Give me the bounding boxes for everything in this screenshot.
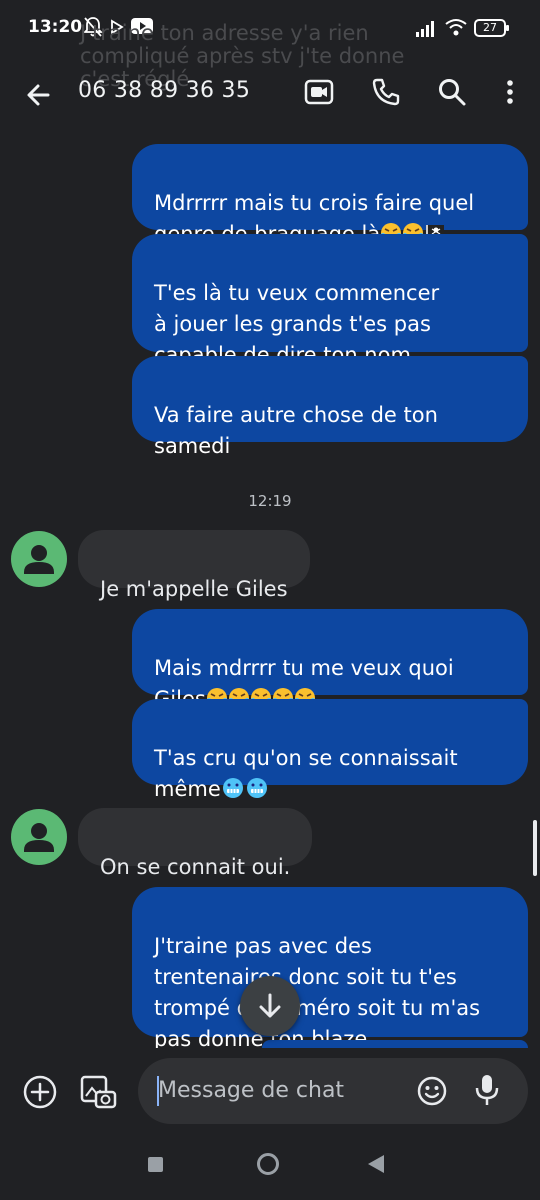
phone-icon[interactable] [370,76,402,108]
contact-avatar[interactable] [11,531,67,587]
message-bubble-outgoing[interactable]: Mais mdrrrr tu me veux quoi Giles [132,609,528,711]
scrollbar[interactable] [533,820,537,876]
message-bubble-outgoing[interactable]: Mdrrrrr mais tu crois faire quel genre d… [132,144,528,246]
top-app-bar: 06 38 89 36 35 [0,58,540,124]
contact-avatar[interactable] [11,809,67,865]
message-bubble-outgoing-partial [262,1040,528,1048]
mic-icon[interactable] [472,1073,502,1107]
message-text: On se connait oui. [100,855,291,879]
message-timestamp: 12:19 [248,492,292,510]
video-call-icon[interactable] [303,76,335,108]
contact-title: 06 38 89 36 35 [78,78,251,103]
person-icon [24,823,54,852]
message-input-placeholder: Message de chat [158,1078,345,1103]
arrow-down-icon [259,993,281,1018]
message-bubble-outgoing[interactable]: J'traine pas avec des trentenaires donc … [132,887,528,1051]
battery-level: 27 [483,21,497,34]
message-input[interactable]: Message de chat [138,1058,528,1124]
system-back-icon[interactable] [368,1155,384,1173]
message-bubble-outgoing[interactable]: T'as cru qu'on se connaissait même [132,699,528,801]
cold-face-emoji-icon [221,777,245,808]
scroll-to-bottom-button[interactable] [240,976,300,1036]
message-bubble-outgoing[interactable]: Va faire autre chose de ton samedi [132,356,528,458]
cold-face-emoji-icon [245,777,269,808]
back-arrow-icon[interactable] [22,78,56,112]
recent-apps-icon[interactable] [148,1157,163,1172]
message-text: Va faire autre chose de ton samedi [154,403,438,458]
message-text: T'as cru qu'on se connaissait même [154,746,458,801]
home-icon[interactable] [257,1153,279,1175]
emoji-icon[interactable] [416,1075,448,1107]
message-composer: Message de chat [0,1048,540,1138]
search-icon[interactable] [436,76,468,108]
message-bubble-incoming[interactable]: Je m'appelle Giles [78,530,310,601]
more-vert-icon[interactable] [494,76,526,108]
status-time: 13:20 [28,17,83,37]
system-navigation-bar [0,1140,540,1200]
message-text: J'traine pas avec des trentenaires donc … [154,934,481,1051]
message-text: Je m'appelle Giles [100,577,288,601]
message-text: T'es là tu veux commencer à jouer les gr… [154,281,440,367]
battery-icon: 27 [474,19,509,37]
person-icon [24,545,54,574]
message-bubble-outgoing[interactable]: T'es là tu veux commencer à jouer les gr… [132,234,528,367]
message-bubble-incoming[interactable]: On se connait oui. [78,808,313,879]
gallery-icon[interactable] [78,1072,118,1112]
add-icon[interactable] [20,1072,60,1112]
